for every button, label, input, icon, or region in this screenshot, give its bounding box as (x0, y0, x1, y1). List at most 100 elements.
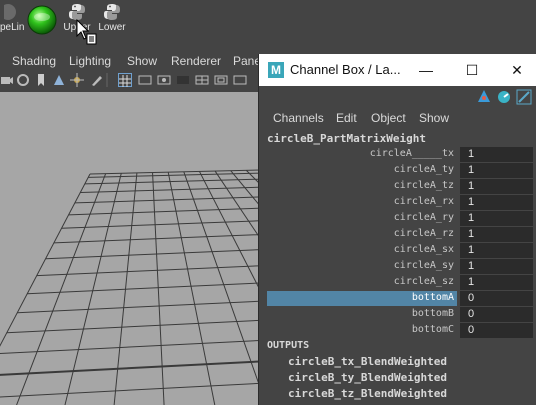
channel-name[interactable]: circleA_____tx (370, 148, 454, 159)
safe-title-icon[interactable] (233, 73, 247, 87)
viewport-menu-renderer[interactable]: Renderer (171, 54, 221, 68)
viewport-menu-show[interactable]: Show (127, 54, 157, 68)
grid-line (199, 171, 262, 296)
channel-value-field[interactable]: 0 (460, 291, 533, 306)
minimize-button[interactable]: — (411, 60, 441, 80)
channel-row[interactable]: circleA_____tx 1 (259, 147, 536, 163)
channel-value-field[interactable]: 1 (460, 147, 533, 162)
menu-edit[interactable]: Edit (336, 111, 357, 125)
channel-row[interactable]: bottomB 0 (259, 307, 536, 323)
viewport-menu-lighting[interactable]: Lighting (69, 54, 111, 68)
channel-name[interactable]: circleA_sy (394, 260, 454, 271)
channel-box-window: M Channel Box / La... — ☐ ✕ Channels Edi… (258, 54, 536, 405)
menu-show[interactable]: Show (419, 111, 449, 125)
grid-icon[interactable] (118, 73, 132, 87)
channel-row[interactable]: circleA_rz 1 (259, 227, 536, 243)
grid-line (0, 382, 262, 398)
viewport-menu-panels[interactable]: Pane (233, 54, 261, 68)
viewport-menu-shading[interactable]: Shading (12, 54, 56, 68)
green-sphere-icon (27, 5, 57, 40)
channel-row[interactable]: bottomA 0 (259, 291, 536, 307)
grid-line (84, 178, 262, 185)
channel-value-field[interactable]: 1 (460, 163, 533, 178)
camera-attributes-icon[interactable] (16, 73, 30, 87)
grid-line (152, 172, 165, 405)
channel-value-field[interactable]: 1 (460, 227, 533, 242)
channel-row[interactable]: circleA_ry 1 (259, 211, 536, 227)
output-node[interactable]: circleB_tz_BlendWeighted (288, 387, 447, 400)
channel-value-field[interactable]: 0 (460, 323, 533, 338)
channel-name[interactable]: circleA_rz (394, 228, 454, 239)
shelf-button-lower[interactable]: Lower (95, 0, 129, 45)
ground-grid (0, 169, 262, 405)
viewport-3d[interactable] (0, 92, 262, 405)
channel-row[interactable]: bottomC 0 (259, 323, 536, 339)
viewport-toolbar (0, 70, 262, 92)
channel-name[interactable]: bottomA (412, 292, 454, 303)
channel-name[interactable]: circleA_sz (394, 276, 454, 287)
resolution-gate-icon[interactable] (157, 73, 171, 87)
channel-value-field[interactable]: 0 (460, 307, 533, 322)
speed-icon[interactable] (496, 89, 512, 110)
grid-line (167, 172, 216, 405)
channel-value-field[interactable]: 1 (460, 275, 533, 290)
image-plane-icon[interactable] (52, 73, 66, 87)
shelf-button-sphere[interactable] (26, 0, 58, 45)
channel-name[interactable]: bottomC (412, 324, 454, 335)
channel-name[interactable]: bottomB (412, 308, 454, 319)
channel-value-field[interactable]: 1 (460, 195, 533, 210)
channel-row[interactable]: circleA_sz 1 (259, 275, 536, 291)
channel-box-menu-bar: Channels Edit Object Show (259, 108, 536, 128)
grid-line (17, 300, 262, 314)
grid-line (0, 360, 262, 376)
window-title: Channel Box / La... (290, 62, 401, 77)
film-gate-icon[interactable] (138, 73, 152, 87)
maximize-button[interactable]: ☐ (457, 60, 487, 80)
channel-value-field[interactable]: 1 (460, 179, 533, 194)
channel-box-icon-row (259, 86, 536, 108)
channel-name[interactable]: circleA_ty (394, 164, 454, 175)
camera-icon[interactable] (0, 73, 14, 87)
channel-name[interactable]: circleA_tz (394, 180, 454, 191)
channel-row[interactable]: circleA_ty 1 (259, 163, 536, 179)
channel-value-field[interactable]: 1 (460, 259, 533, 274)
channel-name[interactable]: circleA_rx (394, 196, 454, 207)
shelf: peLin Upper (0, 0, 536, 45)
gate-mask-icon[interactable] (176, 73, 190, 87)
channel-name[interactable]: circleA_sx (394, 244, 454, 255)
menu-object[interactable]: Object (371, 111, 406, 125)
close-button[interactable]: ✕ (502, 60, 532, 80)
grid-line (0, 392, 262, 405)
grid-line (36, 265, 262, 277)
viewport-menu-bar: Shading Lighting Show Renderer Pane (0, 52, 262, 70)
channel-row[interactable]: circleA_tz 1 (259, 179, 536, 195)
field-chart-icon[interactable] (195, 73, 209, 87)
output-node[interactable]: circleB_ty_BlendWeighted (288, 371, 447, 384)
safe-action-icon[interactable] (214, 73, 228, 87)
channel-row[interactable]: circleA_rx 1 (259, 195, 536, 211)
pivot-icon[interactable] (70, 73, 84, 87)
grid-line (0, 339, 262, 355)
brush-icon[interactable] (90, 73, 104, 87)
mouse-cursor-icon (76, 18, 98, 50)
channel-value-field[interactable]: 1 (460, 211, 533, 226)
manipulator-icon[interactable] (476, 89, 492, 110)
grid-line (68, 207, 262, 216)
grid-line (61, 220, 262, 229)
node-name[interactable]: circleB_PartMatrixWeight (267, 132, 426, 145)
menu-channels[interactable]: Channels (273, 111, 324, 125)
bookmark-icon[interactable] (34, 73, 48, 87)
output-node[interactable]: circleB_tx_BlendWeighted (288, 355, 447, 368)
grid-line (183, 171, 262, 395)
channel-row[interactable]: circleA_sy 1 (259, 259, 536, 275)
channel-row[interactable]: circleA_sx 1 (259, 243, 536, 259)
grid-line (214, 170, 262, 242)
channel-name[interactable]: circleA_ry (394, 212, 454, 223)
outputs-heading: OUTPUTS (267, 340, 310, 351)
shelf-button-pelin[interactable]: peLin (0, 0, 26, 45)
window-titlebar[interactable]: M Channel Box / La... — ☐ ✕ (259, 54, 536, 86)
grid-line (45, 249, 262, 260)
shelf-button-label: Lower (98, 22, 126, 33)
hyperbolic-icon[interactable] (516, 89, 532, 110)
channel-value-field[interactable]: 1 (460, 243, 533, 258)
